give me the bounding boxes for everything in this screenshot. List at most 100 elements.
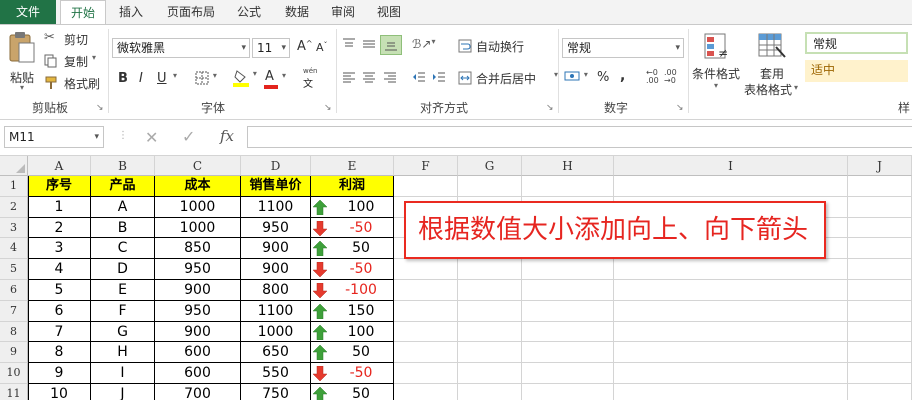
empty-cell[interactable] xyxy=(848,176,912,197)
decrease-decimal-button[interactable]: .00 →0 xyxy=(664,69,677,85)
align-bottom-button[interactable] xyxy=(380,35,402,55)
empty-cell[interactable] xyxy=(522,342,614,364)
empty-cell[interactable] xyxy=(458,384,522,400)
table-cell[interactable]: 8 xyxy=(28,342,91,364)
empty-cell[interactable] xyxy=(458,363,522,384)
font-size-select[interactable]: 11 ▾ xyxy=(252,38,290,58)
row-header[interactable]: 7 xyxy=(0,300,28,322)
increase-decimal-button[interactable]: ←0.00 xyxy=(646,69,659,85)
clipboard-launcher-icon[interactable]: ↘ xyxy=(96,103,104,113)
profit-cell[interactable]: 50 xyxy=(311,238,394,260)
percent-button[interactable]: % xyxy=(597,70,609,85)
table-cell[interactable]: I xyxy=(91,363,155,384)
shrink-font-button[interactable]: Aˇ xyxy=(316,41,328,54)
table-header-cell[interactable]: 成本 xyxy=(155,176,241,197)
phonetic-button[interactable]: wén 文 xyxy=(303,67,317,90)
table-cell[interactable]: 1000 xyxy=(241,321,311,343)
comma-button[interactable]: , xyxy=(620,68,625,84)
tab-insert[interactable]: 插入 xyxy=(108,0,154,24)
column-header-e[interactable]: E xyxy=(311,156,394,176)
table-cell[interactable]: 7 xyxy=(28,321,91,343)
empty-cell[interactable] xyxy=(614,176,848,197)
underline-button[interactable]: U xyxy=(157,71,167,86)
table-cell[interactable]: G xyxy=(91,321,155,343)
empty-cell[interactable] xyxy=(522,300,614,322)
align-right-button[interactable] xyxy=(383,70,397,87)
table-cell[interactable]: J xyxy=(91,384,155,400)
empty-cell[interactable] xyxy=(394,363,458,384)
row-header[interactable]: 6 xyxy=(0,280,28,301)
column-header-d[interactable]: D xyxy=(241,156,311,176)
row-header[interactable]: 10 xyxy=(0,363,28,384)
empty-cell[interactable] xyxy=(522,259,614,280)
tab-data[interactable]: 数据 xyxy=(274,0,320,24)
table-cell[interactable]: 1100 xyxy=(241,300,311,322)
row-header[interactable]: 4 xyxy=(0,238,28,260)
table-cell[interactable]: 1000 xyxy=(155,217,241,239)
row-header[interactable]: 3 xyxy=(0,217,28,239)
empty-cell[interactable] xyxy=(848,321,912,343)
table-cell[interactable]: 650 xyxy=(241,342,311,364)
row-header[interactable]: 11 xyxy=(0,384,28,400)
empty-cell[interactable] xyxy=(614,259,848,280)
empty-cell[interactable] xyxy=(394,342,458,364)
table-cell[interactable]: 1100 xyxy=(241,196,311,218)
table-cell[interactable]: 10 xyxy=(28,384,91,400)
row-header[interactable]: 9 xyxy=(0,342,28,364)
table-cell[interactable]: 1000 xyxy=(155,196,241,218)
align-center-button[interactable] xyxy=(362,70,376,87)
underline-dropdown-icon[interactable]: ▾ xyxy=(173,71,177,80)
column-header-f[interactable]: F xyxy=(394,156,458,176)
row-header[interactable]: 5 xyxy=(0,259,28,280)
fill-color-button[interactable]: ▾ xyxy=(233,69,257,90)
orientation-button[interactable]: ℬ↗▾ xyxy=(412,37,436,51)
alignment-launcher-icon[interactable]: ↘ xyxy=(546,103,554,113)
empty-cell[interactable] xyxy=(522,321,614,343)
name-box[interactable]: M11 ▾ xyxy=(4,126,104,148)
table-cell[interactable]: 600 xyxy=(155,363,241,384)
table-cell[interactable]: 4 xyxy=(28,259,91,280)
tab-page-layout[interactable]: 页面布局 xyxy=(158,0,224,24)
table-cell[interactable]: 900 xyxy=(155,280,241,301)
paste-button[interactable]: 粘贴 ▾ xyxy=(6,31,38,92)
row-header[interactable]: 1 xyxy=(0,176,28,197)
table-cell[interactable]: 900 xyxy=(241,259,311,280)
profit-cell[interactable]: 100 xyxy=(311,321,394,343)
empty-cell[interactable] xyxy=(394,176,458,197)
profit-cell[interactable]: 150 xyxy=(311,300,394,322)
select-all-corner[interactable] xyxy=(0,156,28,176)
table-cell[interactable]: 600 xyxy=(155,342,241,364)
empty-cell[interactable] xyxy=(848,342,912,364)
empty-cell[interactable] xyxy=(394,384,458,400)
empty-cell[interactable] xyxy=(394,259,458,280)
format-as-table-button[interactable]: 套用 表格格式 ▾ xyxy=(744,31,800,97)
profit-cell[interactable]: -50 xyxy=(311,217,394,239)
empty-cell[interactable] xyxy=(522,384,614,400)
empty-cell[interactable] xyxy=(394,300,458,322)
borders-button[interactable]: ▾ xyxy=(195,71,217,88)
table-cell[interactable]: A xyxy=(91,196,155,218)
empty-cell[interactable] xyxy=(458,321,522,343)
align-left-button[interactable] xyxy=(342,70,356,87)
empty-cell[interactable] xyxy=(458,280,522,301)
style-neutral[interactable]: 适中 xyxy=(805,60,908,82)
table-cell[interactable]: 850 xyxy=(155,238,241,260)
table-cell[interactable]: H xyxy=(91,342,155,364)
table-header-cell[interactable]: 序号 xyxy=(28,176,91,197)
table-header-cell[interactable]: 产品 xyxy=(91,176,155,197)
empty-cell[interactable] xyxy=(522,280,614,301)
align-top-button[interactable] xyxy=(342,37,356,54)
empty-cell[interactable] xyxy=(522,176,614,197)
row-header[interactable]: 2 xyxy=(0,196,28,218)
column-header-g[interactable]: G xyxy=(458,156,522,176)
table-cell[interactable]: E xyxy=(91,280,155,301)
table-cell[interactable]: 2 xyxy=(28,217,91,239)
profit-cell[interactable]: 50 xyxy=(311,342,394,364)
grow-font-button[interactable]: A^ xyxy=(297,39,313,54)
table-cell[interactable]: C xyxy=(91,238,155,260)
insert-function-icon[interactable]: fx xyxy=(220,127,234,145)
empty-cell[interactable] xyxy=(522,363,614,384)
empty-cell[interactable] xyxy=(394,280,458,301)
column-header-c[interactable]: C xyxy=(155,156,241,176)
align-middle-button[interactable] xyxy=(362,37,376,54)
